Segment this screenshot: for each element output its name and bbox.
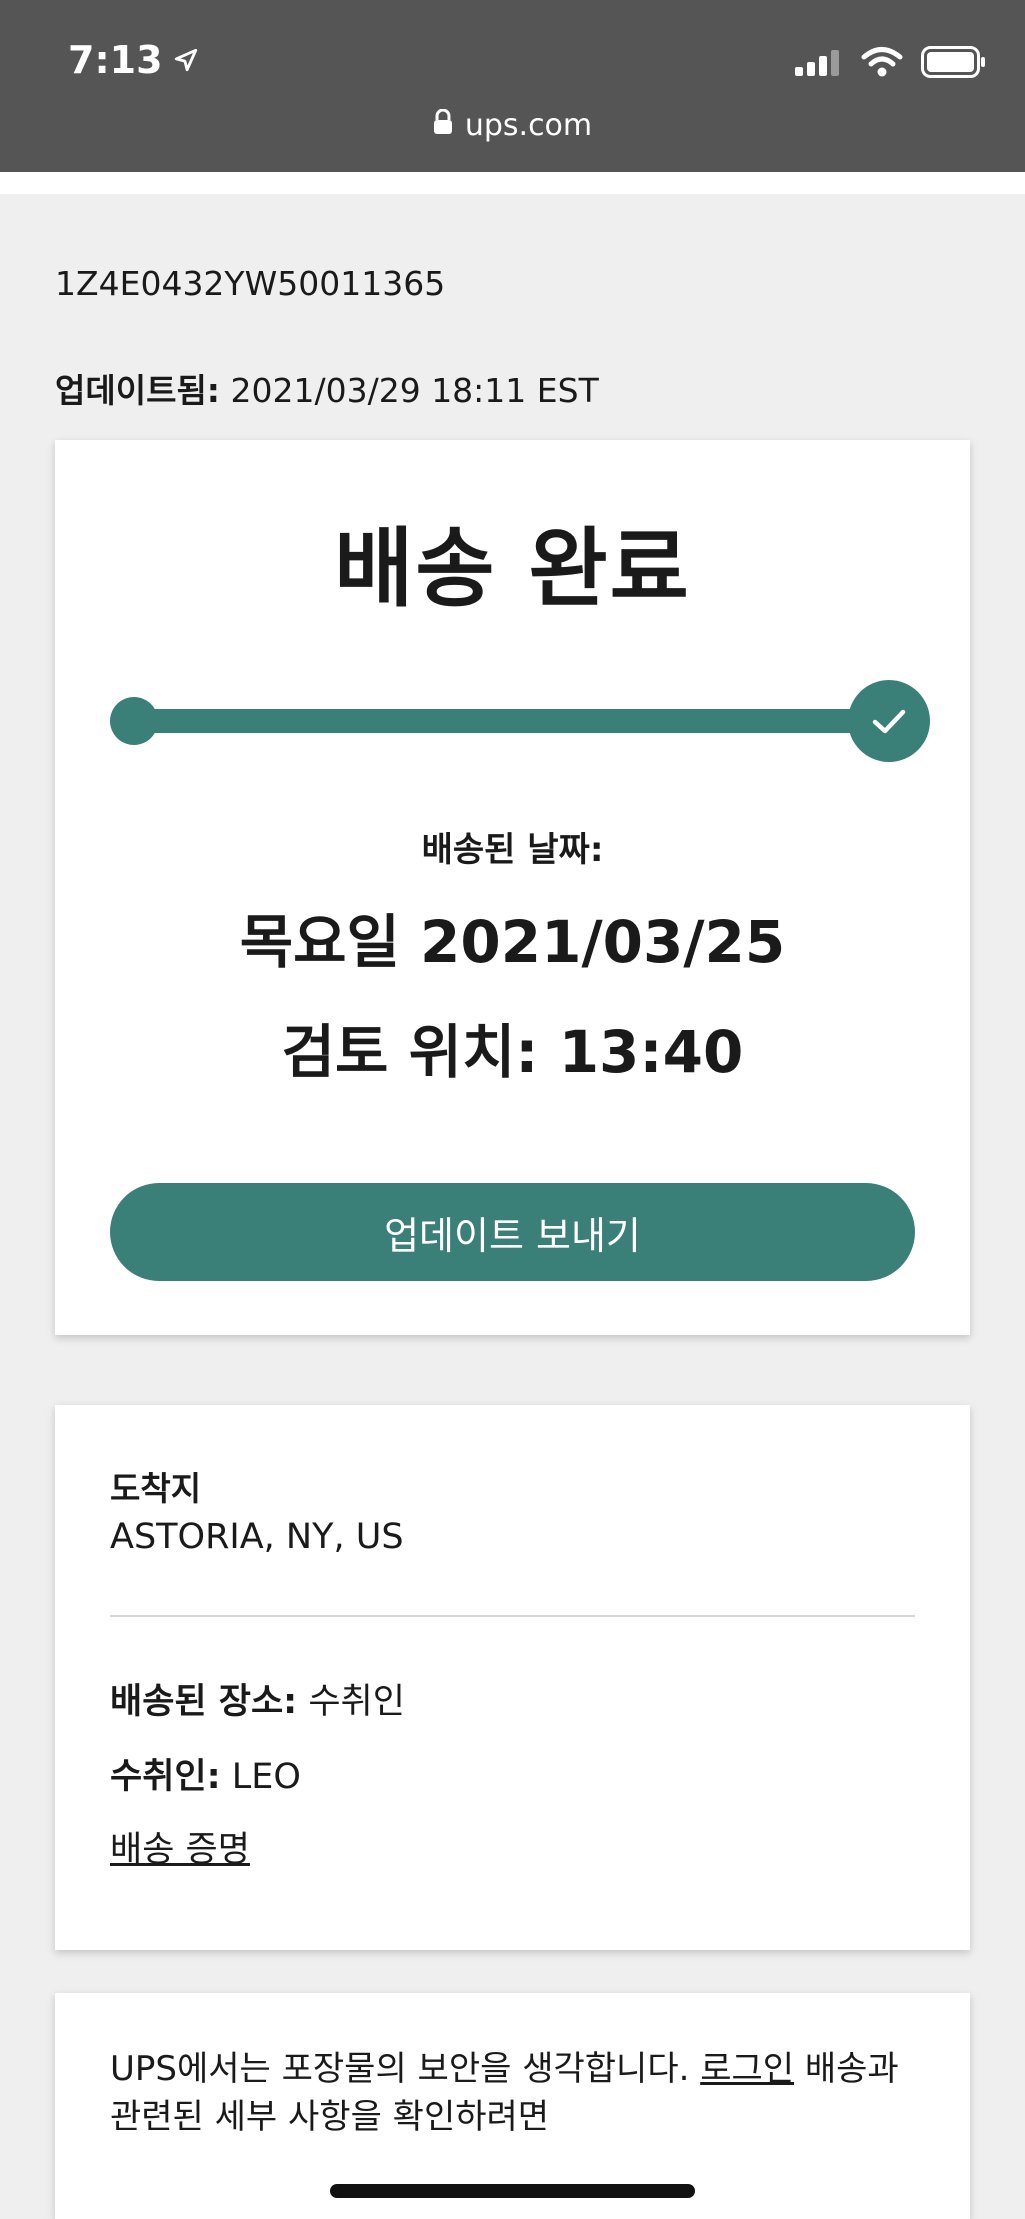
recipient-value: LEO [231, 1757, 301, 1797]
tracking-number: 1Z4E0432YW50011365 [55, 264, 446, 303]
send-updates-button[interactable]: 업데이트 보내기 [110, 1183, 915, 1281]
address-bar[interactable]: ups.com [0, 108, 1025, 143]
security-text-before: UPS에서는 포장물의 보안을 생각합니다. [110, 2049, 701, 2089]
divider [110, 1615, 915, 1617]
destination-value: ASTORIA, NY, US [110, 1517, 404, 1557]
login-link[interactable]: 로그인 [700, 2049, 794, 2089]
status-icons [795, 46, 987, 82]
location-arrow-icon [173, 38, 199, 82]
lock-icon [433, 108, 453, 143]
delivered-date-label: 배송된 날짜: [421, 830, 604, 870]
updated-timestamp: 업데이트됨: 2021/03/29 18:11 EST [55, 364, 599, 412]
delivered-location-label: 배송된 장소: [110, 1682, 298, 1722]
battery-icon [921, 46, 987, 82]
delivery-progress-bar [110, 675, 930, 765]
delivered-location-value: 수취인 [308, 1682, 405, 1722]
review-time: 검토 위치: 13:40 [281, 1018, 744, 1086]
delivered-date: 목요일 2021/03/25 [239, 908, 786, 976]
home-indicator [330, 2184, 695, 2198]
checkmark-icon [848, 680, 930, 762]
recipient: 수취인: LEO [110, 1748, 301, 1799]
proof-of-delivery-link[interactable]: 배송 증명 [110, 1821, 250, 1872]
progress-start-dot [110, 697, 158, 745]
status-time: 7:13 [68, 38, 199, 82]
security-message: UPS에서는 포장물의 보안을 생각합니다. 로그인 배송과 관련된 세부 사항… [110, 2045, 930, 2141]
updated-label: 업데이트됨: [55, 371, 220, 410]
delivered-location: 배송된 장소: 수취인 [110, 1673, 405, 1724]
page-top-strip [0, 172, 1025, 194]
destination-label: 도착지 [110, 1469, 202, 1508]
delivery-status-card: 배송 완료 배송된 날짜: 목요일 2021/03/25 검토 위치: 13:4… [55, 440, 970, 1335]
updated-value: 2021/03/29 18:11 EST [230, 371, 599, 410]
url-text: ups.com [464, 108, 593, 143]
recipient-label: 수취인: [110, 1757, 221, 1797]
wifi-icon [861, 46, 903, 82]
time-text: 7:13 [68, 38, 163, 82]
status-bar: 7:13 ups.com [0, 0, 1025, 172]
signal-icon [795, 48, 843, 80]
progress-line [130, 709, 890, 733]
delivery-status-title: 배송 완료 [334, 519, 691, 619]
delivery-details-card: 도착지 ASTORIA, NY, US 배송된 장소: 수취인 수취인: LEO… [55, 1405, 970, 1950]
